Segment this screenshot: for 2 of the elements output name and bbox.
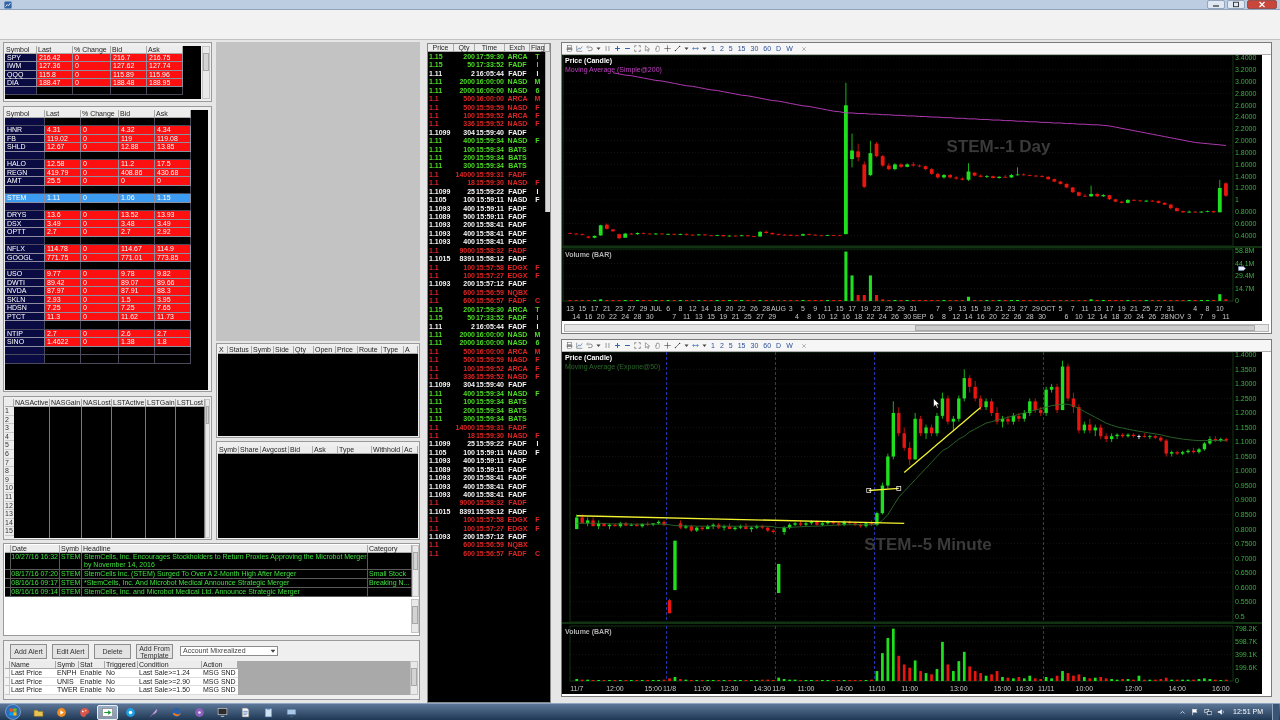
chart-watermark: STEM--1 Day (946, 137, 1051, 157)
chart-watermark: STEM--5 Minute (864, 535, 992, 555)
